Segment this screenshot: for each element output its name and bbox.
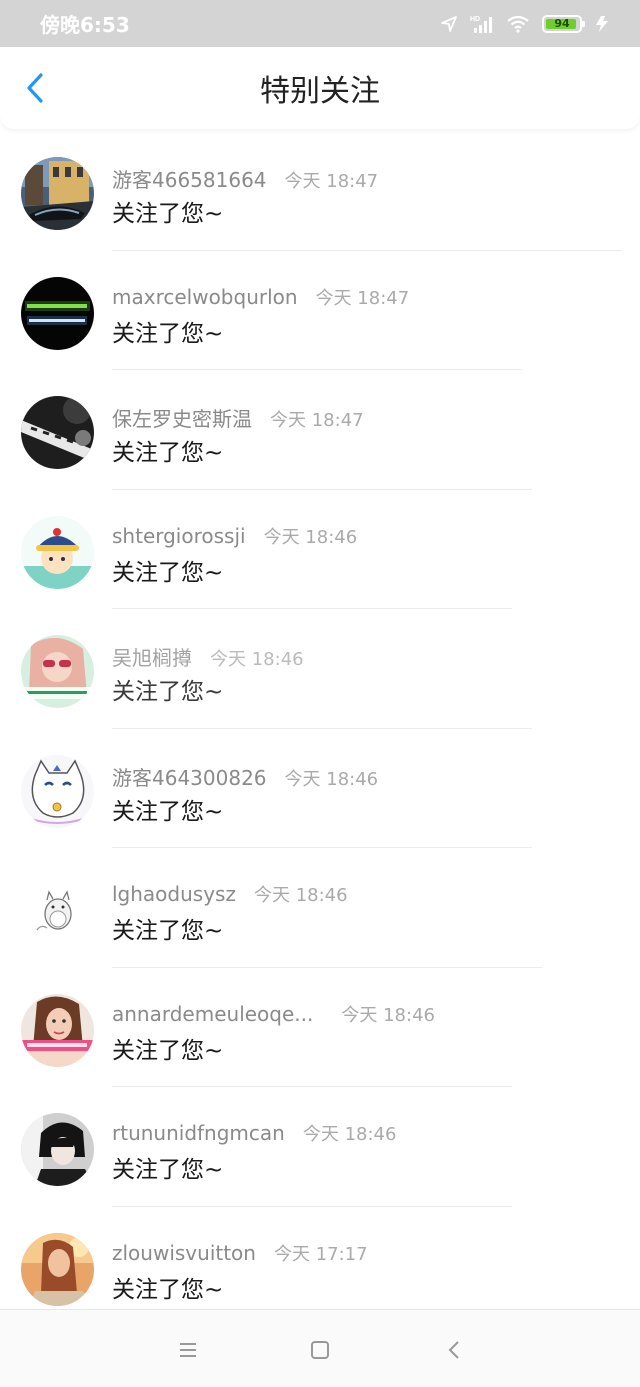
meta-line: annardemeuleoqe... 今天 18:46 [112, 1001, 435, 1027]
list-item-tap-target[interactable] [0, 609, 640, 729]
avatar[interactable] [21, 874, 94, 947]
username[interactable]: maxrcelwobqurlon [112, 285, 298, 309]
calligraphy-avatar [21, 396, 94, 469]
meta-line: shtergiorossji 今天 18:46 [112, 523, 357, 549]
list-item: lghaodusysz 今天 18:46 关注了您~ [0, 848, 640, 968]
avatar[interactable] [21, 635, 94, 708]
street-photo-avatar [21, 157, 94, 230]
meta-line: 游客466581664 今天 18:47 [112, 164, 379, 193]
neon-text-avatar [21, 276, 94, 350]
back-icon [448, 1341, 459, 1359]
timestamp: 今天 18:46 [341, 1004, 435, 1026]
list-item: maxrcelwobqurlon 今天 18:47 关注了您~ [0, 251, 640, 371]
svg-text:HD: HD [470, 16, 480, 23]
message-text: 关注了您~ [112, 918, 224, 944]
avatar[interactable] [21, 157, 94, 230]
avatar[interactable] [21, 754, 94, 828]
username[interactable]: 保左罗史密斯温 [112, 403, 252, 432]
timestamp: 今天 18:46 [253, 885, 348, 906]
avatar[interactable] [21, 1113, 94, 1186]
list-item-tap-target[interactable] [0, 848, 640, 968]
menu-button[interactable] [176, 1338, 200, 1362]
sunset-portrait-avatar [21, 1232, 94, 1306]
timestamp: 今天 18:46 [210, 649, 304, 670]
list-item: shtergiorossji 今天 18:46 关注了您~ [0, 490, 640, 610]
meta-line: 保左罗史密斯温 今天 18:47 [112, 403, 364, 432]
status-icons: HD 94 [440, 14, 610, 34]
home-button[interactable] [308, 1338, 332, 1362]
timestamp: 今天 18:47 [270, 410, 364, 431]
menu-icon [180, 1343, 196, 1357]
message-text: 关注了您~ [112, 1157, 224, 1183]
timestamp: 今天 17:17 [273, 1243, 368, 1265]
battery-icon: 94 [542, 14, 585, 33]
message-text: 关注了您~ [112, 679, 224, 705]
username[interactable]: shtergiorossji [112, 524, 246, 548]
meta-line: 吴旭榈撙 今天 18:46 [112, 642, 304, 671]
list-item: 吴旭榈撙 今天 18:46 关注了您~ [0, 609, 640, 729]
meta-line: lghaodusysz 今天 18:46 [112, 881, 348, 907]
meta-line: zlouwisvuitton 今天 17:17 [112, 1240, 368, 1266]
avatar[interactable] [21, 396, 94, 469]
message-text: 关注了您~ [112, 440, 224, 466]
status-bar: 傍晚6:53 HD 94 [0, 0, 640, 47]
system-nav-bar [0, 1309, 640, 1387]
username[interactable]: zlouwisvuitton [112, 1241, 256, 1265]
system-back-button[interactable] [442, 1338, 466, 1362]
list-item: annardemeuleoqe... 今天 18:46 关注了您~ [0, 968, 640, 1088]
list-item-tap-target[interactable] [0, 251, 640, 371]
home-icon [311, 1341, 329, 1359]
hd-signal-icon: HD [470, 16, 492, 33]
wifi-icon [507, 15, 529, 33]
list-item-tap-target[interactable] [0, 490, 640, 610]
username[interactable]: 游客464300826 [112, 762, 267, 791]
chevron-left-icon [27, 73, 43, 103]
message-text: 关注了您~ [112, 320, 224, 347]
list-item-tap-target[interactable] [0, 1087, 640, 1207]
message-text: 关注了您~ [112, 798, 224, 825]
list-item: 保左罗史密斯温 今天 18:47 关注了您~ [0, 370, 640, 490]
anime-boy-avatar [21, 1113, 94, 1186]
cat-sketch-avatar [21, 754, 94, 828]
page-title: 特别关注 [260, 74, 380, 109]
nav-bar: 特别关注 [0, 47, 640, 129]
username[interactable]: 吴旭榈撙 [112, 642, 192, 671]
avatar[interactable] [21, 276, 94, 350]
avatar[interactable] [21, 993, 94, 1067]
list-item-tap-target[interactable] [0, 968, 640, 1088]
back-button[interactable] [18, 71, 52, 105]
list-item: rtununidfngmcan 今天 18:46 关注了您~ [0, 1087, 640, 1207]
woman-portrait-avatar [21, 993, 94, 1067]
timestamp: 今天 18:46 [263, 526, 358, 548]
message-text: 关注了您~ [112, 559, 224, 586]
list-item: 游客466581664 今天 18:47 关注了您~ [0, 131, 640, 251]
timestamp: 今天 18:47 [315, 287, 410, 309]
username[interactable]: lghaodusysz [112, 882, 236, 906]
meta-line: maxrcelwobqurlon 今天 18:47 [112, 284, 409, 310]
username[interactable]: annardemeuleoqe... [112, 1002, 313, 1026]
meta-line: 游客464300826 今天 18:46 [112, 762, 379, 791]
avatar[interactable] [21, 1232, 94, 1306]
username[interactable]: 游客466581664 [112, 164, 267, 193]
message-text: 关注了您~ [112, 1037, 224, 1064]
battery-level: 94 [554, 17, 570, 30]
timestamp: 今天 18:46 [284, 768, 379, 790]
timestamp: 今天 18:47 [284, 171, 379, 192]
message-text: 关注了您~ [112, 1276, 224, 1303]
location-icon [441, 15, 457, 32]
username[interactable]: rtununidfngmcan [112, 1121, 285, 1145]
totoro-avatar [21, 874, 94, 947]
status-time: 傍晚6:53 [40, 13, 130, 37]
girl-sunglasses-avatar [21, 635, 94, 708]
list-item: 游客464300826 今天 18:46 关注了您~ [0, 729, 640, 848]
message-text: 关注了您~ [112, 201, 224, 227]
avatar[interactable] [21, 515, 94, 589]
meta-line: rtununidfngmcan 今天 18:46 [112, 1120, 396, 1146]
timestamp: 今天 18:46 [302, 1124, 397, 1145]
cartoon-boy-avatar [21, 515, 94, 589]
follow-notification-list: 游客466581664 今天 18:47 关注了您~ maxrcelwobqur… [0, 131, 640, 1326]
charging-icon [596, 15, 608, 32]
